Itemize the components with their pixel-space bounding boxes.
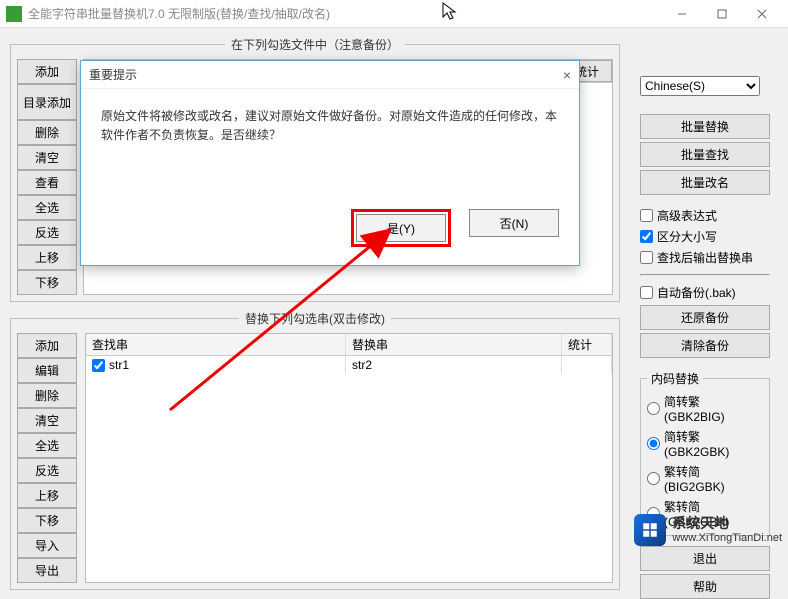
select-all-files-button[interactable]: 全选 [17,195,77,220]
files-legend: 在下列勾选文件中（注意备份） [225,36,405,53]
move-down-str-button[interactable]: 下移 [17,508,77,533]
output-replace-checkbox[interactable]: 查找后输出替换串 [640,249,770,266]
auto-backup-checkbox[interactable]: 自动备份(.bak) [640,284,770,301]
batch-rename-button[interactable]: 批量改名 [640,170,770,195]
col-replace: 替换串 [346,334,562,355]
string-buttons-column: 添加 编辑 删除 清空 全选 反选 上移 下移 导入 导出 [17,333,77,583]
help-button[interactable]: 帮助 [640,574,770,599]
move-down-file-button[interactable]: 下移 [17,270,77,295]
titlebar: 全能字符串批量替换机7.0 无限制版(替换/查找/抽取/改名) [0,0,788,28]
case-sensitive-checkbox[interactable]: 区分大小写 [640,228,770,245]
maximize-button[interactable] [702,0,742,28]
highlight-annotation: 是(Y) [351,209,451,247]
dialog-close-button[interactable]: × [563,67,571,83]
strings-fieldset: 替换下列勾选串(双击修改) 添加 编辑 删除 清空 全选 反选 上移 下移 导入… [10,310,620,590]
watermark-logo [634,514,666,546]
string-list[interactable]: 查找串 替换串 统计 str1 str2 [85,333,613,583]
app-icon [6,6,22,22]
clear-files-button[interactable]: 清空 [17,145,77,170]
language-select[interactable]: Chinese(S) [640,76,760,96]
dialog-yes-button[interactable]: 是(Y) [356,214,446,242]
enc-gbk2big-radio[interactable]: 简转繁 (GBK2BIG) [647,393,763,424]
delete-file-button[interactable]: 删除 [17,120,77,145]
add-dir-button[interactable]: 目录添加 [17,84,77,120]
dialog-body: 原始文件将被修改或改名，建议对原始文件做好备份。对原始文件造成的任何修改，本软件… [81,89,579,199]
invert-files-button[interactable]: 反选 [17,220,77,245]
watermark-url: www.XiTongTianDi.net [672,532,782,544]
batch-search-button[interactable]: 批量查找 [640,142,770,167]
string-list-header: 查找串 替换串 统计 [86,334,612,356]
export-button[interactable]: 导出 [17,558,77,583]
string-row[interactable]: str1 str2 [86,356,612,374]
watermark: 系统天地 www.XiTongTianDi.net [634,514,782,546]
import-button[interactable]: 导入 [17,533,77,558]
batch-replace-button[interactable]: 批量替换 [640,114,770,139]
confirm-dialog: 重要提示 × 原始文件将被修改或改名，建议对原始文件做好备份。对原始文件造成的任… [80,60,580,266]
row-replace-value: str2 [346,356,562,374]
clear-backup-button[interactable]: 清除备份 [640,333,770,358]
encoding-legend: 内码替换 [647,370,703,387]
row-search-value: str1 [109,358,129,372]
col-stats: 统计 [562,334,612,355]
move-up-file-button[interactable]: 上移 [17,245,77,270]
watermark-name: 系统天地 [672,516,782,531]
dialog-title: 重要提示 [89,66,137,83]
edit-str-button[interactable]: 编辑 [17,358,77,383]
dialog-no-button[interactable]: 否(N) [469,209,559,237]
window-title: 全能字符串批量替换机7.0 无限制版(替换/查找/抽取/改名) [28,5,662,22]
select-all-str-button[interactable]: 全选 [17,433,77,458]
close-button[interactable] [742,0,782,28]
file-buttons-column: 添加 目录添加 删除 清空 查看 全选 反选 上移 下移 [17,59,77,295]
add-str-button[interactable]: 添加 [17,333,77,358]
invert-str-button[interactable]: 反选 [17,458,77,483]
move-up-str-button[interactable]: 上移 [17,483,77,508]
batch-buttons: 批量替换 批量查找 批量改名 [640,114,770,195]
col-search: 查找串 [86,334,346,355]
row-checkbox[interactable] [92,359,105,372]
view-button[interactable]: 查看 [17,170,77,195]
enc-big2gbk-radio[interactable]: 繁转简 (BIG2GBK) [647,463,763,494]
encoding-group: 内码替换 简转繁 (GBK2BIG) 简转繁 (GBK2GBK) 繁转简 (BI… [640,370,770,536]
clear-str-button[interactable]: 清空 [17,408,77,433]
window-controls [662,0,782,28]
row-stats-value [562,356,612,374]
restore-backup-button[interactable]: 还原备份 [640,305,770,330]
minimize-button[interactable] [662,0,702,28]
delete-str-button[interactable]: 删除 [17,383,77,408]
dialog-titlebar: 重要提示 × [81,61,579,89]
enc-gbk2gbk-radio[interactable]: 简转繁 (GBK2GBK) [647,428,763,459]
dialog-buttons: 是(Y) 否(N) [81,199,579,265]
advanced-expr-checkbox[interactable]: 高级表达式 [640,207,770,224]
strings-legend: 替换下列勾选串(双击修改) [239,310,391,327]
add-file-button[interactable]: 添加 [17,59,77,84]
